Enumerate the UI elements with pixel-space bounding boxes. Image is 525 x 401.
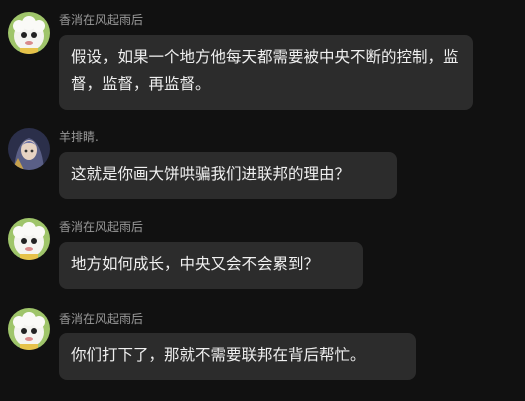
chat-message: 香消在风起雨后 地方如何成长，中央又会不会累到？ bbox=[0, 210, 525, 300]
chat-message: 羊排睛. 这就是你画大饼哄骗我们进联邦的理由？ bbox=[0, 115, 525, 210]
message-bubble[interactable]: 这就是你画大饼哄骗我们进联邦的理由？ bbox=[59, 152, 397, 199]
anime-character-avatar-icon[interactable] bbox=[8, 128, 50, 170]
sender-name[interactable]: 香消在风起雨后 bbox=[59, 220, 143, 234]
message-bubble[interactable]: 你们打下了，那就不需要联邦在背后帮忙。 bbox=[59, 333, 416, 380]
message-bubble[interactable]: 假设，如果一个地方他每天都需要被中央不断的控制，监督，监督，再监督。 bbox=[59, 35, 473, 110]
chat-message-list: 香消在风起雨后 假设，如果一个地方他每天都需要被中央不断的控制，监督，监督，再监… bbox=[0, 0, 525, 401]
sheep-cartoon-avatar-icon[interactable] bbox=[8, 308, 50, 350]
sender-name[interactable]: 羊排睛. bbox=[59, 130, 99, 144]
sender-name[interactable]: 香消在风起雨后 bbox=[59, 13, 143, 27]
chat-message: 香消在风起雨后 你们打下了，那就不需要联邦在背后帮忙。 bbox=[0, 300, 525, 400]
chat-message: 香消在风起雨后 假设，如果一个地方他每天都需要被中央不断的控制，监督，监督，再监… bbox=[0, 0, 525, 115]
message-bubble[interactable]: 地方如何成长，中央又会不会累到？ bbox=[59, 242, 363, 289]
sender-name[interactable]: 香消在风起雨后 bbox=[59, 312, 143, 326]
sheep-cartoon-avatar-icon[interactable] bbox=[8, 218, 50, 260]
sheep-cartoon-avatar-icon[interactable] bbox=[8, 12, 50, 54]
